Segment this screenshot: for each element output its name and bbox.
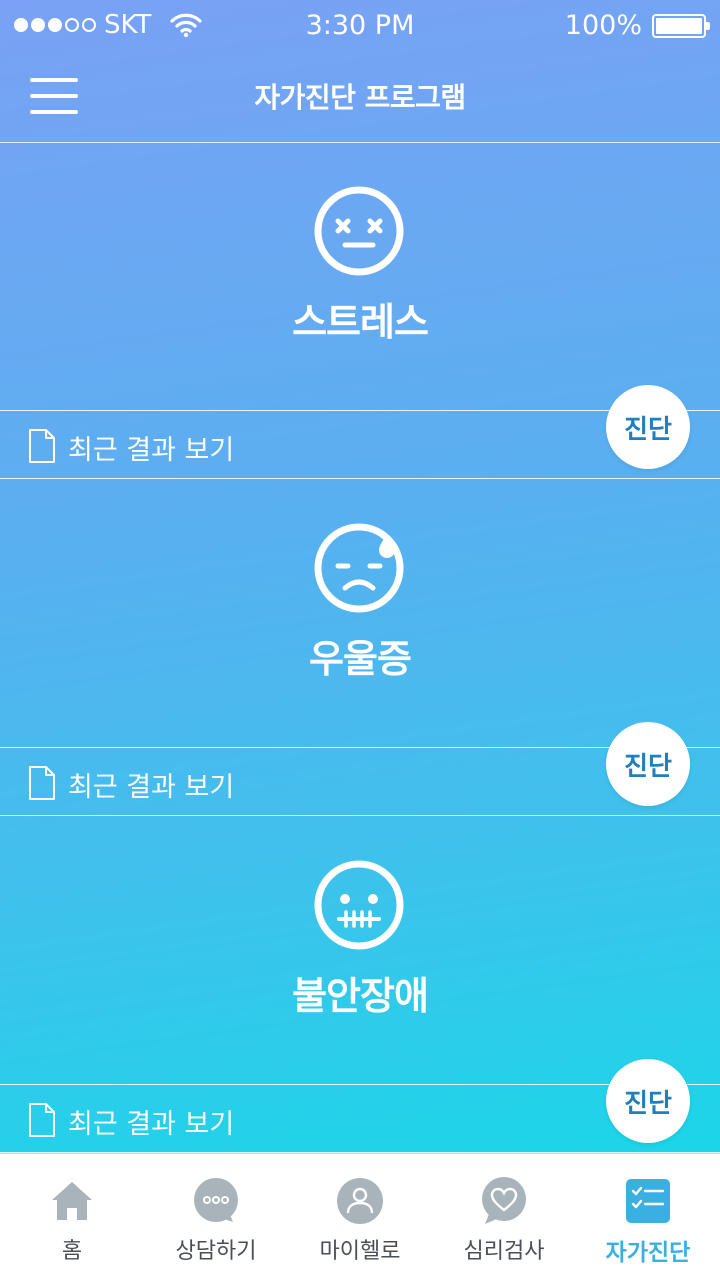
sad-sweat-face-icon — [314, 523, 404, 613]
tab-label: 심리검사 — [463, 1239, 545, 1264]
document-icon — [29, 1103, 55, 1137]
diagnose-button[interactable]: 진단 — [606, 722, 690, 806]
diagnose-button[interactable]: 진단 — [606, 1059, 690, 1143]
dizzy-face-icon — [314, 186, 404, 276]
nav-header: 자가진단 프로그램 — [0, 52, 720, 143]
home-icon — [52, 1182, 92, 1220]
bottom-tab-bar: 홈 상담하기 마이헬로 심리검사 자가진단 — [0, 1153, 720, 1281]
tab-self-diagnosis[interactable]: 자가진단 — [576, 1154, 720, 1281]
tab-psych-test[interactable]: 심리검사 — [432, 1154, 576, 1281]
section-title: 스트레스 — [292, 300, 429, 344]
status-bar: SKT 3:30 PM 100% — [0, 0, 720, 52]
grimace-face-icon — [314, 860, 404, 950]
document-icon — [29, 766, 55, 800]
heart-bubble-icon — [482, 1177, 526, 1224]
recent-result-label: 최근 결과 보기 — [68, 772, 235, 803]
section-stress: 스트레스 최근 결과 보기 진단 — [0, 143, 720, 480]
tab-label: 홈 — [61, 1239, 83, 1264]
recent-result-label: 최근 결과 보기 — [68, 1109, 235, 1140]
section-anxiety: 불안장애 최근 결과 보기 진단 — [0, 817, 720, 1154]
document-icon — [29, 429, 55, 463]
diagnose-button[interactable]: 진단 — [606, 385, 690, 469]
recent-result-label: 최근 결과 보기 — [68, 435, 235, 466]
tab-my-hello[interactable]: 마이헬로 — [288, 1154, 432, 1281]
tab-home[interactable]: 홈 — [0, 1154, 144, 1281]
checklist-icon — [626, 1179, 670, 1223]
section-title: 우울증 — [309, 637, 412, 681]
tab-label: 마이헬로 — [319, 1239, 401, 1264]
battery-percent: 100% — [564, 10, 642, 41]
page-title: 자가진단 프로그램 — [254, 81, 466, 114]
battery-icon — [652, 14, 710, 38]
main-screen: SKT 3:30 PM 100% 자가진단 프로그램 스트레스 최근 결과 보기… — [0, 0, 720, 1153]
tab-label: 자가진단 — [605, 1240, 691, 1266]
tab-label: 상담하기 — [175, 1239, 257, 1264]
section-title: 불안장애 — [292, 974, 429, 1018]
user-icon — [337, 1178, 383, 1224]
tab-counseling[interactable]: 상담하기 — [144, 1154, 288, 1281]
chat-bubble-icon — [194, 1178, 238, 1222]
section-depression: 우울증 최근 결과 보기 진단 — [0, 480, 720, 817]
